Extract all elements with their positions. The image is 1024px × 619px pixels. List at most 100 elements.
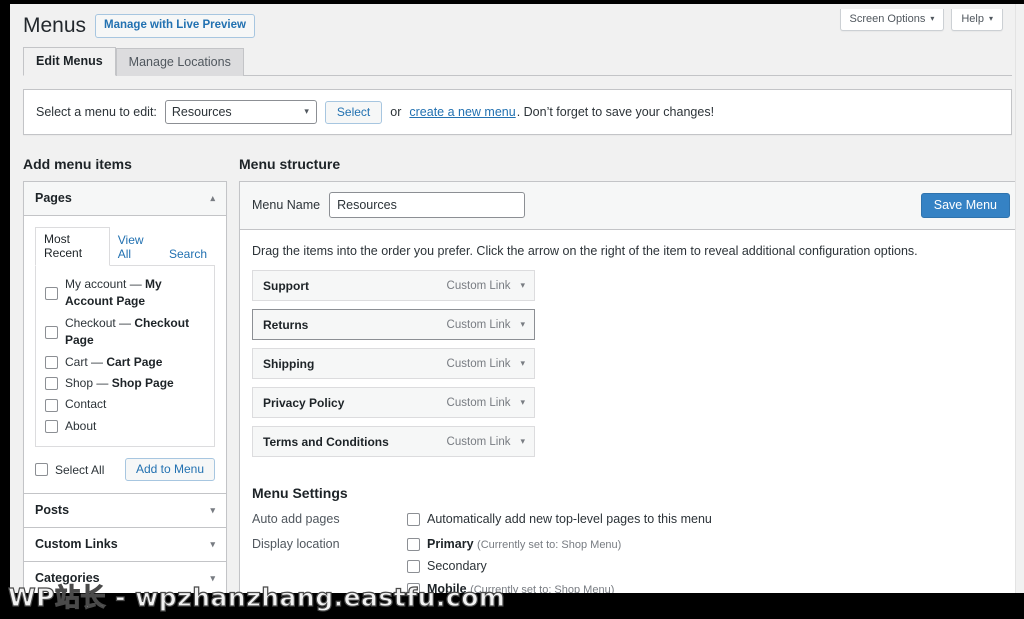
checkbox-icon[interactable] — [407, 537, 420, 551]
checkbox-icon[interactable] — [45, 419, 58, 433]
checkbox-auto-add-pages[interactable]: Automatically add new top-level pages to… — [407, 511, 712, 529]
tab-edit-menus[interactable]: Edit Menus — [23, 46, 116, 76]
select-all-control[interactable]: Select All — [35, 463, 104, 477]
menu-item-type: Custom Link — [446, 435, 511, 448]
accordion-header-custom-links[interactable]: Custom Links ▾ — [24, 528, 226, 561]
menu-item-title: Privacy Policy — [263, 395, 345, 410]
list-item[interactable]: Contact — [45, 394, 205, 415]
create-a-new-menu-link[interactable]: create a new menu — [409, 105, 515, 119]
chevron-down-icon[interactable]: ▾ — [520, 359, 525, 368]
checkbox-location-secondary[interactable]: Secondary — [407, 558, 621, 576]
chevron-down-icon[interactable]: ▾ — [210, 505, 215, 515]
nav-tabs: Edit Menus Manage Locations — [23, 46, 1012, 76]
menu-structure-panel: Menu Name Resources Save Menu Drag the i… — [239, 181, 1023, 593]
checkbox-icon[interactable] — [407, 560, 420, 574]
menu-name-label: Menu Name — [252, 198, 321, 212]
chevron-down-icon[interactable]: ▾ — [520, 281, 525, 290]
menu-item-meta: Custom Link ▾ — [447, 319, 525, 331]
menu-select-bar: Select a menu to edit: Resources ▾ Selec… — [23, 89, 1012, 135]
checkbox-icon[interactable] — [45, 377, 58, 391]
tab-manage-locations[interactable]: Manage Locations — [115, 47, 244, 76]
list-item[interactable]: Checkout — Checkout Page — [45, 313, 205, 352]
accordion-section-custom-links: Custom Links ▾ — [24, 528, 226, 563]
page-name: About — [65, 418, 97, 433]
location-note: (Currently set to: Shop Menu) — [470, 583, 615, 594]
chevron-down-icon: ▾ — [930, 14, 935, 23]
page-dash: — — [96, 375, 109, 390]
accordion-title-pages: Pages — [35, 191, 72, 205]
page-title: Menus — [23, 14, 87, 37]
select-all-label: Select All — [55, 462, 105, 477]
chevron-down-icon[interactable]: ▾ — [210, 539, 215, 549]
menu-name-input[interactable]: Resources — [329, 192, 526, 218]
page-name: Shop — [65, 375, 94, 390]
chevron-down-icon[interactable]: ▾ — [520, 398, 525, 407]
list-item[interactable]: Shop — Shop Page — [45, 373, 205, 394]
pages-checklist: My account — My Account Page Checkout — … — [35, 266, 215, 448]
list-item[interactable]: Cart — Cart Page — [45, 352, 205, 373]
screen-options-label: Screen Options — [849, 13, 926, 25]
chevron-down-icon[interactable]: ▾ — [520, 320, 525, 329]
menu-item-type: Custom Link — [446, 318, 511, 331]
menu-item-meta: Custom Link ▾ — [447, 280, 525, 292]
screen-options-button[interactable]: Screen Options ▾ — [839, 9, 945, 31]
checkbox-location-primary[interactable]: Primary (Currently set to: Shop Menu) — [407, 536, 621, 554]
page-name: Contact — [65, 397, 107, 412]
checkbox-icon[interactable] — [45, 286, 58, 300]
chevron-down-icon: ▾ — [988, 14, 993, 23]
manage-with-live-preview-button[interactable]: Manage with Live Preview — [95, 13, 255, 38]
menu-items-list: Support Custom Link ▾ Returns Custom Lin… — [240, 266, 547, 457]
setting-auto-add-pages: Auto add pages Automatically add new top… — [252, 511, 1010, 529]
accordion-header-categories[interactable]: Categories ▾ — [24, 562, 226, 593]
accordion-title-categories: Categories — [35, 571, 100, 586]
checkbox-location-mobile[interactable]: Mobile (Currently set to: Shop Menu) — [407, 581, 621, 594]
auto-add-pages-option-label: Automatically add new top-level pages to… — [427, 512, 712, 526]
menu-item-title: Returns — [263, 317, 309, 332]
menu-item-title: Shipping — [263, 356, 315, 371]
table-row[interactable]: Privacy Policy Custom Link ▾ — [252, 387, 535, 418]
display-location-label: Display location — [252, 536, 340, 551]
setting-display-location: Display location Primary (Currently set … — [252, 536, 1010, 594]
menu-item-type: Custom Link — [446, 279, 511, 292]
admin-topbar: Menus Manage with Live Preview Screen Op… — [10, 4, 1024, 48]
menu-select-dropdown[interactable]: Resources ▾ — [164, 100, 317, 124]
menu-item-type: Custom Link — [446, 357, 511, 370]
subtab-search[interactable]: Search — [161, 243, 215, 266]
location-note: (Currently set to: Shop Menu) — [477, 538, 622, 551]
menu-item-meta: Custom Link ▾ — [447, 358, 525, 370]
checkbox-icon[interactable] — [45, 355, 58, 369]
auto-add-options: Automatically add new top-level pages to… — [407, 511, 712, 529]
list-item[interactable]: My account — My Account Page — [45, 274, 205, 313]
page-dash: — — [129, 277, 142, 291]
display-location-options: Primary (Currently set to: Shop Menu) Se… — [407, 536, 621, 594]
checkbox-icon[interactable] — [407, 513, 420, 527]
save-menu-button[interactable]: Save Menu — [920, 192, 1010, 218]
location-name: Mobile — [427, 581, 467, 594]
subtab-most-recent[interactable]: Most Recent — [35, 227, 110, 266]
accordion-section-posts: Posts ▾ — [24, 494, 226, 529]
list-item[interactable]: About — [45, 416, 205, 437]
page-name: My account — [65, 277, 127, 291]
page-title-area: Menus Manage with Live Preview — [23, 13, 255, 38]
menu-item-title: Support — [263, 278, 309, 293]
accordion-header-posts[interactable]: Posts ▾ — [24, 494, 226, 527]
checkbox-icon[interactable] — [45, 325, 58, 339]
accordion-body-pages: Most Recent View All Search My account —… — [24, 216, 226, 493]
chevron-down-icon[interactable]: ▾ — [520, 437, 525, 446]
checkbox-icon[interactable] — [45, 398, 58, 412]
table-row[interactable]: Support Custom Link ▾ — [252, 270, 535, 301]
accordion-header-pages[interactable]: Pages ▴ — [24, 182, 226, 216]
add-menu-items-accordion: Pages ▴ Most Recent View All Search My a… — [23, 181, 227, 593]
select-button[interactable]: Select — [324, 100, 383, 124]
chevron-down-icon[interactable]: ▾ — [210, 573, 215, 583]
chevron-up-icon[interactable]: ▴ — [210, 193, 215, 203]
table-row[interactable]: Terms and Conditions Custom Link ▾ — [252, 426, 535, 457]
help-button[interactable]: Help ▾ — [951, 9, 1003, 31]
checkbox-icon[interactable] — [407, 582, 420, 593]
subtab-view-all[interactable]: View All — [110, 229, 161, 266]
scrollbar-gutter[interactable] — [1015, 4, 1024, 593]
checkbox-icon[interactable] — [35, 463, 48, 477]
table-row[interactable]: Shipping Custom Link ▾ — [252, 348, 535, 379]
table-row[interactable]: Returns Custom Link ▾ — [252, 309, 535, 340]
add-to-menu-button[interactable]: Add to Menu — [124, 458, 215, 482]
